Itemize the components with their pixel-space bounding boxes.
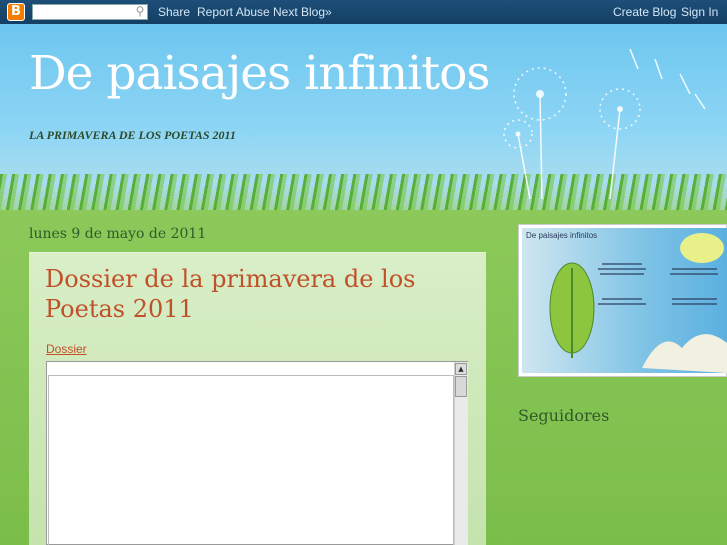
blog-description: LA PRIMAVERA DE LOS POETAS 2011 (29, 128, 236, 142)
followers-heading: Seguidores (518, 406, 610, 425)
report-abuse-link[interactable]: Report Abuse (197, 5, 270, 19)
search-input[interactable] (32, 4, 148, 20)
next-blog-link[interactable]: Next Blog» (273, 5, 332, 19)
search-icon[interactable]: ⚲ (133, 4, 147, 18)
dossier-link[interactable]: Dossier (46, 342, 87, 356)
sidebar-image-caption: De paisajes infinitos (526, 231, 598, 240)
blogger-logo-icon[interactable]: B (7, 3, 25, 21)
blog-title[interactable]: De paisajes infinitos (29, 46, 490, 101)
share-link[interactable]: Share (158, 5, 190, 19)
post-title[interactable]: Dossier de la primavera de los Poetas 20… (45, 264, 475, 324)
sign-in-link[interactable]: Sign In (681, 5, 718, 19)
dandelion-decoration-icon (503, 48, 706, 200)
blog-header: De paisajes infinitos LA PRIMAVERA DE LO… (0, 24, 727, 224)
scroll-thumb[interactable] (455, 376, 467, 397)
create-blog-link[interactable]: Create Blog (613, 5, 676, 19)
post-date: lunes 9 de mayo de 2011 (29, 226, 207, 242)
embedded-document-page (48, 375, 454, 545)
poster-illustration-icon (549, 233, 727, 373)
blogger-navbar: B ⚲ Share Report Abuse Next Blog» Create… (0, 0, 727, 24)
sidebar-poster-image (522, 228, 727, 373)
scroll-up-arrow-icon[interactable]: ▲ (455, 363, 467, 375)
